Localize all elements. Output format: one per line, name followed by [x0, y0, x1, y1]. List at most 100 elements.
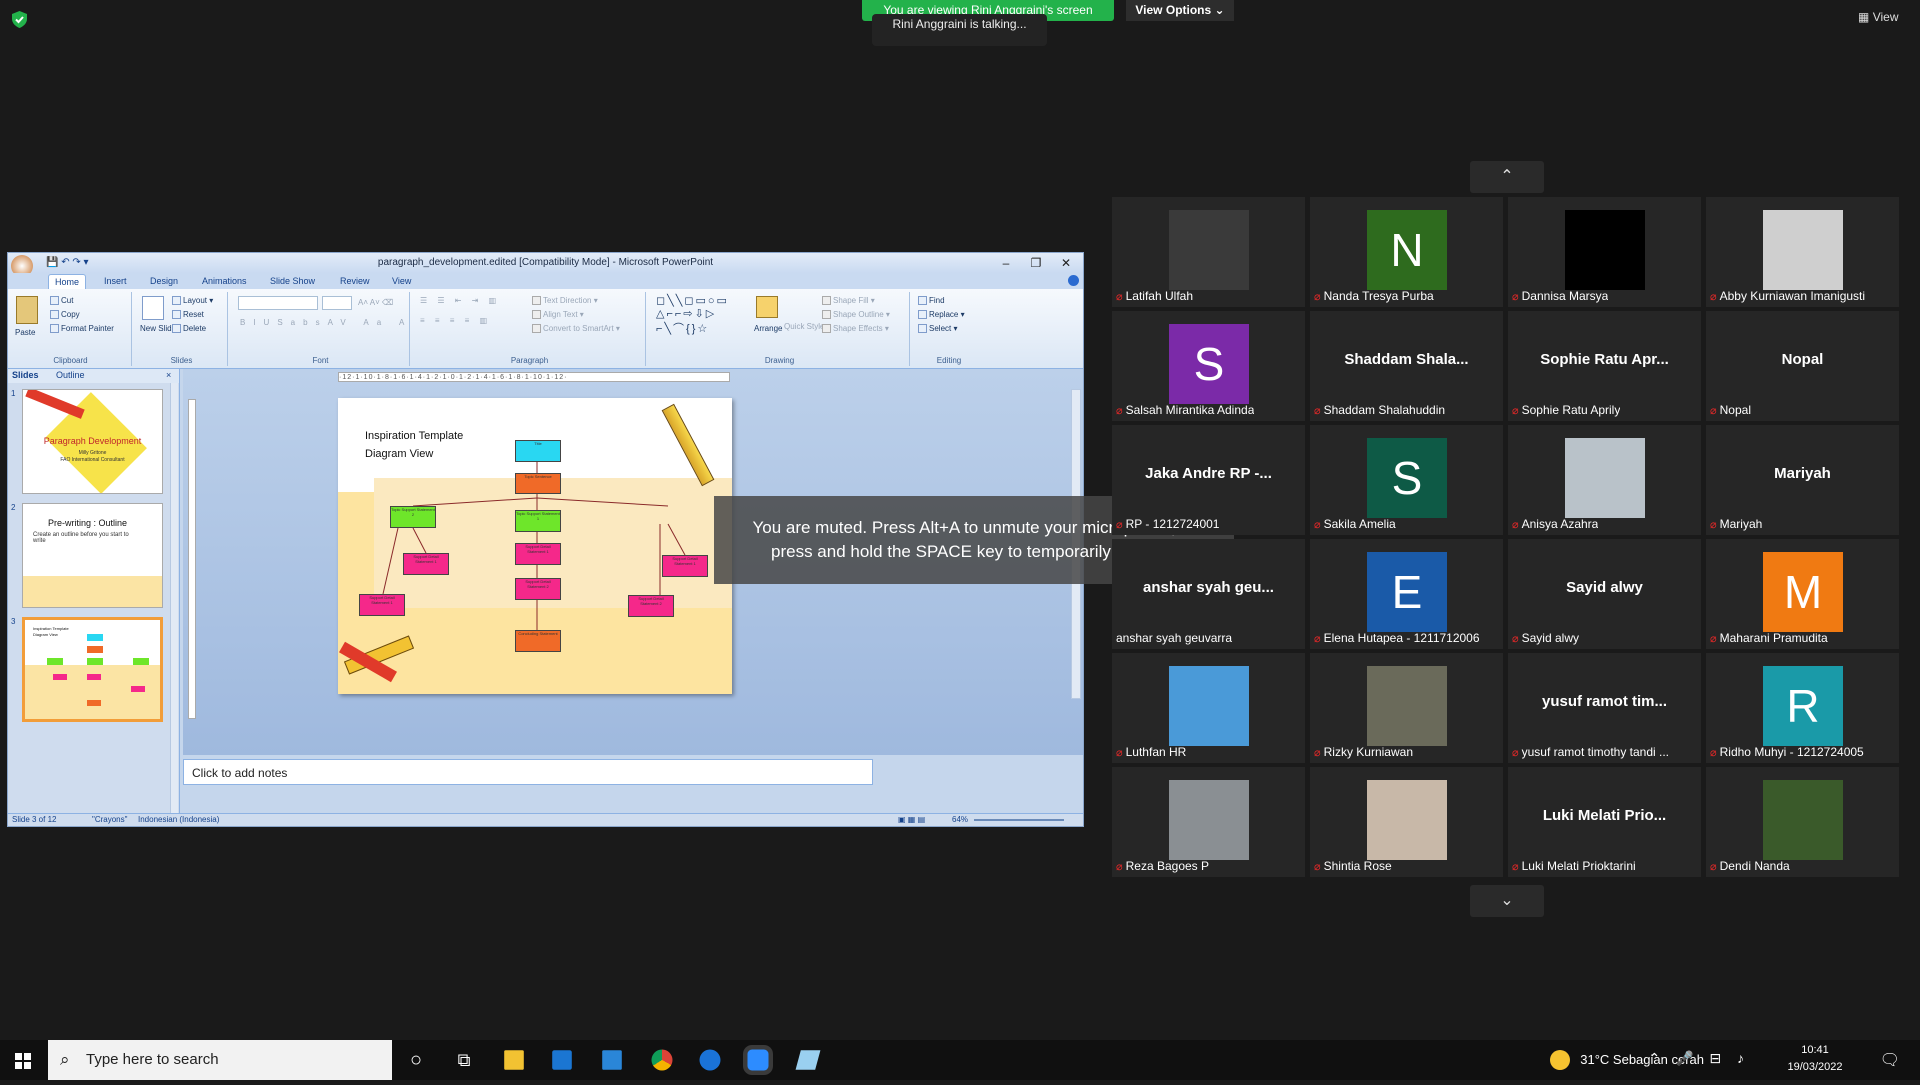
arrange-button[interactable]: Arrange — [754, 324, 782, 333]
participant-tile[interactable]: Nopal ⌀ Nopal — [1706, 311, 1899, 421]
participant-tile[interactable]: ⌀ Dendi Nanda — [1706, 767, 1899, 877]
cortana-icon[interactable]: ○ — [402, 1046, 430, 1074]
participant-tile[interactable]: ⌀ Dannisa Marsya — [1508, 197, 1701, 307]
slide-thumbnail-1[interactable]: Paragraph Development Milly Gritone FAO … — [22, 389, 163, 494]
font-name-select[interactable] — [238, 296, 318, 310]
security-shield-icon[interactable] — [10, 10, 29, 29]
slides-pane-scrollbar[interactable] — [170, 383, 178, 814]
tab-review[interactable]: Review — [334, 274, 376, 289]
tab-animations[interactable]: Animations — [196, 274, 253, 289]
language-indicator[interactable]: Indonesian (Indonesia) — [138, 814, 219, 826]
help-icon[interactable] — [1068, 275, 1079, 286]
participant-tile[interactable]: ⌀ Latifah Ulfah — [1112, 197, 1305, 307]
mail-icon[interactable] — [602, 1050, 622, 1070]
copy-button[interactable]: Copy — [50, 310, 80, 320]
quick-access-toolbar[interactable]: 💾 ↶ ↷ ▾ — [46, 253, 89, 273]
view-mode-buttons[interactable]: ▣ ▦ ▤ — [898, 814, 925, 826]
taskbar-search-box[interactable]: ⌕ Type here to search — [48, 1040, 392, 1080]
replace-button[interactable]: Replace ▾ — [918, 310, 965, 320]
teamviewer-icon[interactable] — [699, 1049, 721, 1071]
tab-slide-show[interactable]: Slide Show — [264, 274, 321, 289]
select-label: Select — [929, 324, 952, 333]
new-slide-button[interactable]: New Slide — [140, 324, 176, 333]
start-button[interactable] — [0, 1040, 46, 1080]
tab-home[interactable]: Home — [48, 274, 87, 289]
slide-thumbnail-3[interactable]: Inspiration Template Diagram View — [22, 617, 163, 722]
participant-tile[interactable]: ⌀ Abby Kurniawan Imanigusti — [1706, 197, 1899, 307]
participant-tile[interactable]: ⌀ Reza Bagoes P — [1112, 767, 1305, 877]
clock-time[interactable]: 10:41 — [1780, 1044, 1850, 1056]
close-pane-icon[interactable]: × — [166, 370, 171, 380]
arrange-icon[interactable] — [756, 296, 778, 318]
notes-pane[interactable]: Click to add notes — [183, 759, 873, 785]
font-size-grow-shrink[interactable]: A˄ A˅ ⌫ — [358, 298, 393, 307]
zoom-level[interactable]: 64% — [952, 814, 968, 826]
participant-tile[interactable]: ⌀ Luthfan HR — [1112, 653, 1305, 763]
participant-tile[interactable]: Shaddam Shala... ⌀ Shaddam Shalahuddin — [1310, 311, 1503, 421]
reset-button[interactable]: Reset — [172, 310, 204, 320]
participant-tile[interactable]: S ⌀ Salsah Mirantika Adinda — [1112, 311, 1305, 421]
participant-tile[interactable]: Sophie Ratu Apr... ⌀ Sophie Ratu Aprily — [1508, 311, 1701, 421]
list-buttons[interactable]: ☰ ☰ ⇤ ⇥ ▥ — [420, 296, 500, 305]
participant-tile[interactable]: ⌀ Rizky Kurniawan — [1310, 653, 1503, 763]
notifications-icon[interactable]: 🗨 — [1880, 1050, 1900, 1070]
tab-insert[interactable]: Insert — [98, 274, 133, 289]
cursor-icon — [918, 324, 927, 334]
microsoft-store-icon[interactable] — [552, 1050, 572, 1070]
view-button[interactable]: ▦ View — [1858, 10, 1898, 24]
find-button[interactable]: Find — [918, 296, 945, 306]
participant-tile[interactable]: Sayid alwy ⌀ Sayid alwy — [1508, 539, 1701, 649]
delete-button[interactable]: Delete — [172, 324, 206, 334]
tab-view[interactable]: View — [386, 274, 417, 289]
clock-date[interactable]: 19/03/2022 — [1780, 1061, 1850, 1073]
participant-tile[interactable]: S ⌀ Sakila Amelia — [1310, 425, 1503, 535]
close-icon[interactable]: ✕ — [1051, 253, 1081, 273]
participant-tile[interactable]: yusuf ramot tim... ⌀ yusuf ramot timothy t… — [1508, 653, 1701, 763]
participant-tile[interactable]: anshar syah geu... anshar syah geuvarra — [1112, 539, 1305, 649]
cut-button[interactable]: Cut — [50, 296, 73, 306]
paste-icon[interactable] — [16, 296, 38, 324]
text-direction-button[interactable]: Text Direction ▾ — [532, 296, 598, 306]
select-button[interactable]: Select ▾ — [918, 324, 957, 334]
shape-outline-button[interactable]: Shape Outline ▾ — [822, 310, 890, 320]
shapes-gallery[interactable]: ◻╲╲◻▭○▭ △⌐⌐⇨⇩▷ ⌐╲⌒{}☆ — [656, 294, 729, 336]
participant-tile[interactable]: ⌀ Shintia Rose — [1310, 767, 1503, 877]
participant-tile[interactable]: Jaka Andre RP -... ⌀ RP - 1212724001 — [1112, 425, 1305, 535]
shape-effects-button[interactable]: Shape Effects ▾ — [822, 324, 889, 334]
view-options-button[interactable]: View Options ⌄ — [1126, 0, 1234, 21]
tab-slides[interactable]: Slides — [12, 370, 39, 380]
gallery-page-up-button[interactable]: ⌃ — [1470, 161, 1544, 193]
tab-outline[interactable]: Outline — [56, 370, 85, 380]
new-slide-icon[interactable] — [142, 296, 164, 320]
weather-icon[interactable] — [1550, 1050, 1570, 1070]
participant-tile[interactable]: Mariyah ⌀ Mariyah — [1706, 425, 1899, 535]
tray-icons[interactable]: ⌃ 🎤 ⊟ ♪ — [1648, 1050, 1750, 1067]
chrome-icon[interactable] — [651, 1049, 673, 1071]
zoom-slider[interactable] — [974, 819, 1064, 821]
participant-tile[interactable]: Luki Melati Prio... ⌀ Luki Melati Prioktar… — [1508, 767, 1701, 877]
format-painter-button[interactable]: Format Painter — [50, 324, 114, 334]
participant-tile[interactable]: N ⌀ Nanda Tresya Purba — [1310, 197, 1503, 307]
maximize-icon[interactable]: ❐ — [1021, 253, 1051, 273]
current-slide[interactable]: Inspiration Template Diagram View Title … — [338, 398, 732, 694]
participant-tile[interactable]: E ⌀ Elena Hutapea - 1211712006 — [1310, 539, 1503, 649]
tab-design[interactable]: Design — [144, 274, 184, 289]
zoom-app-icon[interactable] — [747, 1049, 769, 1071]
layout-button[interactable]: Layout ▾ — [172, 296, 213, 306]
participant-tile[interactable]: R ⌀ Ridho Muhyi - 1212724005 — [1706, 653, 1899, 763]
font-format-buttons[interactable]: BIUSabsAV Aa A — [240, 318, 412, 327]
minimize-icon[interactable]: – — [991, 253, 1021, 273]
app-icon[interactable] — [795, 1050, 821, 1070]
file-explorer-icon[interactable] — [504, 1050, 524, 1070]
font-size-select[interactable] — [322, 296, 352, 310]
participant-tile[interactable]: ⌀ Anisya Azahra — [1508, 425, 1701, 535]
align-buttons[interactable]: ≡ ≡ ≡ ≡ ▥ — [420, 316, 491, 325]
shape-fill-button[interactable]: Shape Fill ▾ — [822, 296, 875, 306]
align-text-button[interactable]: Align Text ▾ — [532, 310, 584, 320]
slide-thumbnail-2[interactable]: Pre-writing : Outline Create an outline … — [22, 503, 163, 608]
participant-tile[interactable]: M ⌀ Maharani Pramudita — [1706, 539, 1899, 649]
convert-smartart-button[interactable]: Convert to SmartArt ▾ — [532, 324, 620, 334]
task-view-icon[interactable]: ⧉ — [450, 1046, 478, 1074]
paste-button[interactable]: Paste — [15, 328, 35, 337]
gallery-page-down-button[interactable]: ⌄ — [1470, 885, 1544, 917]
